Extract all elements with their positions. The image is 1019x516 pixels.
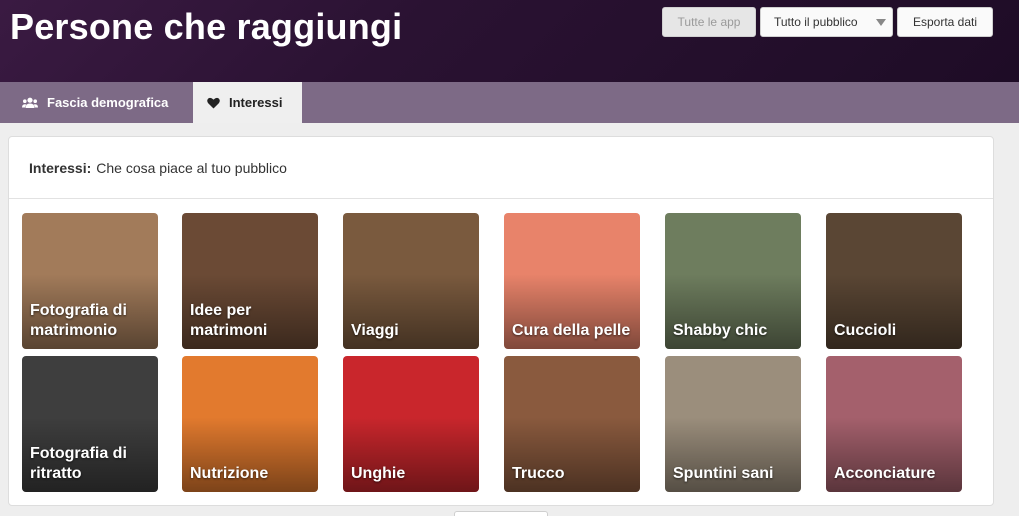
interest-label: Cuccioli: [834, 322, 897, 339]
interest-tile[interactable]: Trucco: [504, 356, 640, 492]
interest-label: Nutrizione: [190, 465, 269, 482]
interests-card: Interessi: Che cosa piace al tuo pubblic…: [8, 136, 994, 506]
interest-label: Shabby chic: [673, 322, 768, 339]
interest-tile[interactable]: Viaggi: [343, 213, 479, 349]
tab-interests[interactable]: Interessi: [193, 82, 302, 123]
interest-tile[interactable]: Spuntini sani: [665, 356, 801, 492]
card-header: Interessi: Che cosa piace al tuo pubblic…: [9, 137, 993, 199]
export-data-button[interactable]: Esporta dati: [897, 7, 993, 37]
tab-interests-label: Interessi: [229, 95, 283, 110]
interest-tile[interactable]: Fotografia di matrimonio: [22, 213, 158, 349]
interest-tile[interactable]: Fotografia di ritratto: [22, 356, 158, 492]
interest-tile[interactable]: Unghie: [343, 356, 479, 492]
interest-tile[interactable]: Cuccioli: [826, 213, 962, 349]
interest-label: Acconciature: [834, 465, 936, 482]
interest-label: Unghie: [351, 465, 406, 482]
chevron-down-icon: [876, 19, 886, 26]
interest-label: Fotografia di ritratto: [30, 445, 127, 482]
users-icon: [22, 97, 38, 109]
interest-label: Spuntini sani: [673, 465, 774, 482]
interest-label: Idee per matrimoni: [190, 302, 268, 339]
interest-tile[interactable]: Acconciature: [826, 356, 962, 492]
all-apps-button[interactable]: Tutte le app: [662, 7, 756, 37]
interest-label: Fotografia di matrimonio: [30, 302, 127, 339]
interest-tile[interactable]: Nutrizione: [182, 356, 318, 492]
interest-tile[interactable]: Idee per matrimoni: [182, 213, 318, 349]
interest-tile[interactable]: Shabby chic: [665, 213, 801, 349]
audience-dropdown[interactable]: Tutto il pubblico: [760, 7, 893, 37]
tab-bar: Fascia demografica Interessi: [0, 82, 1019, 123]
section-title: Interessi:: [29, 159, 92, 176]
interest-label: Cura della pelle: [512, 322, 631, 339]
audience-dropdown-label: Tutto il pubblico: [774, 15, 858, 29]
section-subtitle: Che cosa piace al tuo pubblico: [96, 159, 287, 176]
heart-icon: [207, 97, 220, 109]
interest-label: Trucco: [512, 465, 565, 482]
tab-demographics-label: Fascia demografica: [47, 95, 169, 110]
tab-demographics[interactable]: Fascia demografica: [22, 82, 168, 123]
interest-tile[interactable]: Cura della pelle: [504, 213, 640, 349]
interest-label: Viaggi: [351, 322, 399, 339]
page-header: Persone che raggiungi Tutte le app Tutto…: [0, 0, 1019, 82]
page-title: Persone che raggiungi: [10, 6, 403, 47]
pagination-button[interactable]: [454, 511, 548, 516]
